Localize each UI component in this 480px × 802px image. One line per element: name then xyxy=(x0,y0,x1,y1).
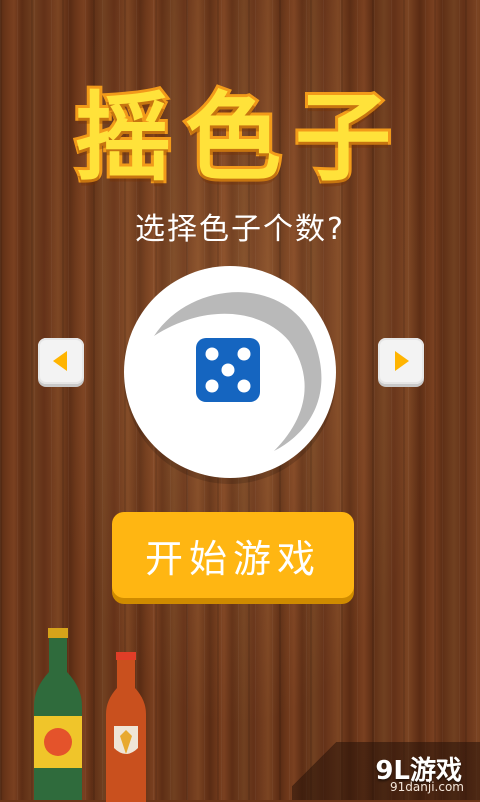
dice-five-icon xyxy=(196,338,260,402)
next-button[interactable] xyxy=(378,338,424,384)
previous-button[interactable] xyxy=(38,338,84,384)
game-title: 摇色子 xyxy=(72,79,405,197)
green-bottle-icon xyxy=(34,628,82,800)
dice-count-prompt: 选择色子个数? xyxy=(135,212,345,247)
watermark: 9L游戏 91danji.com xyxy=(292,742,480,800)
watermark-url: 91danji.com xyxy=(390,780,464,794)
start-game-label: 开始游戏 xyxy=(144,536,321,581)
dice-selector-disc xyxy=(124,266,336,478)
triangle-right-icon xyxy=(395,351,409,371)
start-game-button[interactable]: 开始游戏 xyxy=(112,512,354,598)
triangle-left-icon xyxy=(53,351,67,371)
orange-bottle-icon xyxy=(106,652,146,802)
